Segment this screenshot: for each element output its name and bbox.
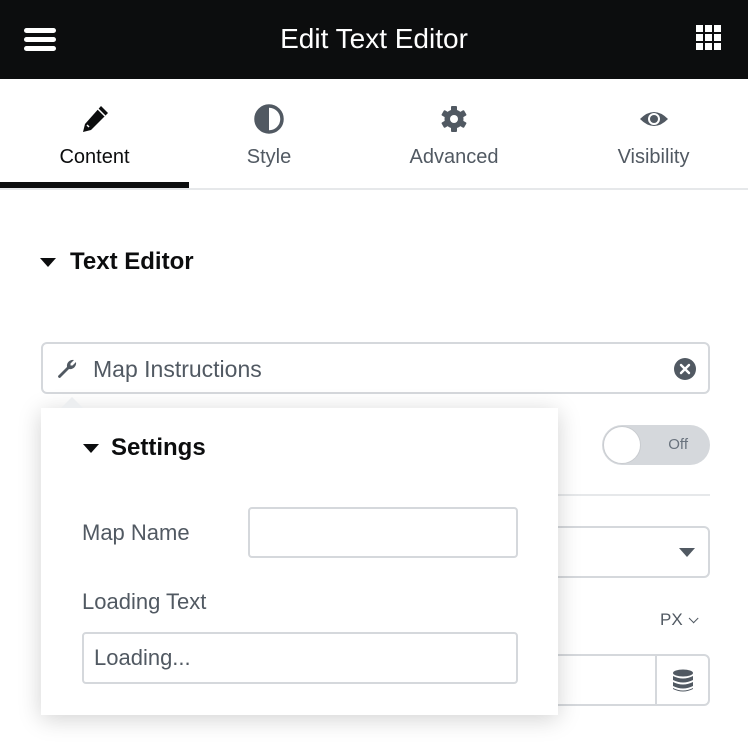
section-title: Text Editor <box>70 248 194 275</box>
switch-knob <box>603 426 641 464</box>
switch-toggle[interactable]: Off <box>602 425 710 465</box>
loading-text-label: Loading Text <box>82 589 207 614</box>
panel-title: Edit Text Editor <box>280 23 468 54</box>
switch-state-label: Off <box>668 436 688 453</box>
popover-arrow <box>61 397 83 408</box>
caret-down-icon <box>83 443 99 453</box>
wrench-icon <box>58 359 77 378</box>
caret-down-icon <box>679 548 695 557</box>
gear-icon <box>441 106 467 132</box>
section-toggle-text-editor[interactable]: Text Editor <box>40 246 194 278</box>
loading-text-input[interactable] <box>82 632 518 684</box>
settings-popover: Settings Map Name Loading Text <box>41 397 558 715</box>
chevron-down-icon <box>688 612 699 623</box>
tab-divider <box>0 188 748 190</box>
unit-selector[interactable]: PX <box>660 610 699 630</box>
instructions-field[interactable]: Map Instructions <box>41 342 710 394</box>
dynamic-tags-button[interactable] <box>655 654 710 706</box>
map-name-label: Map Name <box>82 520 190 545</box>
caret-down-icon <box>40 257 56 267</box>
apps-button[interactable] <box>694 24 724 54</box>
map-name-input[interactable] <box>248 507 518 558</box>
close-circle-icon <box>679 363 691 375</box>
popover-title: Settings <box>111 434 206 461</box>
tab-style[interactable]: Style <box>189 79 349 189</box>
tab-advanced[interactable]: Advanced <box>349 79 559 189</box>
divider <box>556 494 710 496</box>
unit-value: PX <box>660 610 683 629</box>
instructions-value: Map Instructions <box>93 356 262 382</box>
database-icon <box>673 669 693 692</box>
clear-button[interactable] <box>674 358 696 380</box>
half-circle-icon <box>254 104 284 134</box>
header-bar: Edit Text Editor <box>0 0 748 79</box>
section-toggle-settings[interactable]: Settings <box>83 434 206 462</box>
eye-icon <box>639 112 668 126</box>
tab-bar: Content Style Advanced Visibility <box>0 79 748 189</box>
tab-visibility[interactable]: Visibility <box>559 79 748 189</box>
pencil-icon <box>82 106 108 132</box>
tab-content[interactable]: Content <box>0 79 189 189</box>
